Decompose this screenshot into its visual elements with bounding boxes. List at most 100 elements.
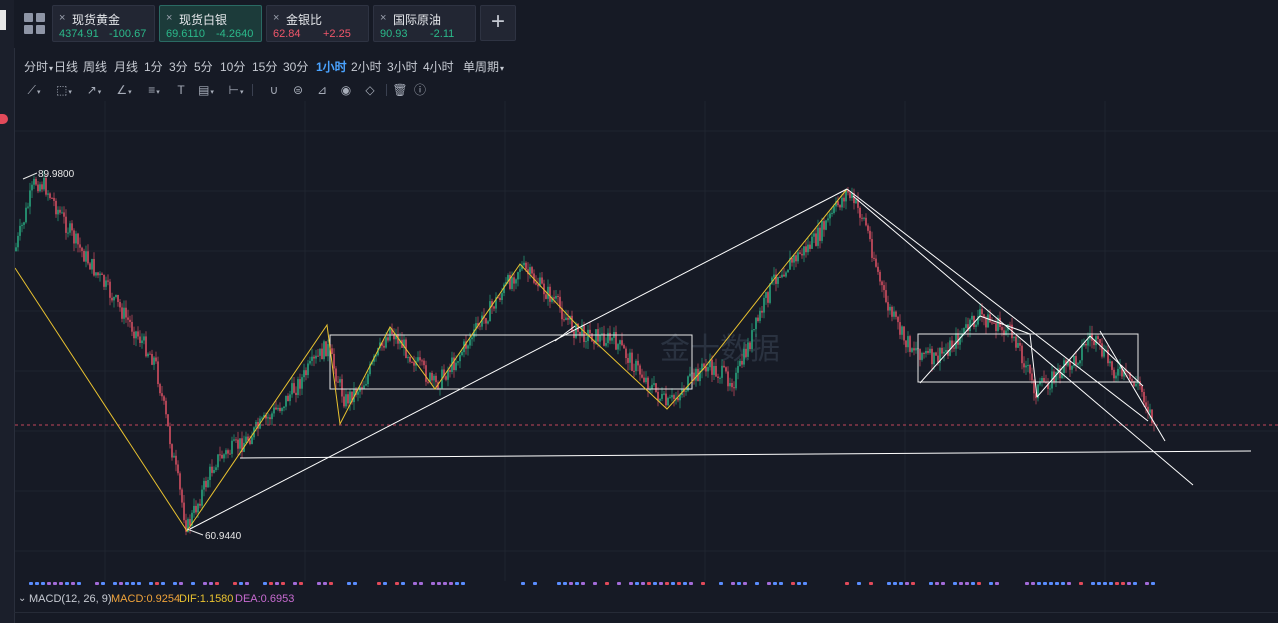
candle-body bbox=[435, 375, 437, 383]
candle-body bbox=[985, 317, 987, 328]
signal-marker bbox=[215, 582, 219, 585]
period-8[interactable]: 15分 bbox=[252, 58, 277, 75]
sync-icon[interactable]: ⊜ bbox=[288, 82, 308, 98]
candle-body bbox=[731, 383, 733, 388]
candle-body bbox=[725, 367, 727, 372]
symbol-tab[interactable]: × 现货黄金 4374.91 -100.67 bbox=[52, 5, 155, 42]
grid-menu-icon[interactable] bbox=[24, 13, 46, 35]
angle-tool-icon[interactable]: ∠▾ bbox=[114, 82, 134, 98]
symbol-tab[interactable]: × 国际原油 90.93 -2.11 bbox=[373, 5, 476, 42]
candle-body bbox=[749, 342, 751, 350]
symbol-tab[interactable]: × 金银比 62.84 +2.25 bbox=[266, 5, 369, 42]
candle-body bbox=[461, 352, 463, 356]
eraser-icon[interactable]: ◇ bbox=[360, 82, 380, 98]
candle-body bbox=[649, 389, 651, 391]
price-chart[interactable]: 金十数据 89.9800 60.9440 bbox=[15, 101, 1278, 591]
macd-name[interactable]: MACD(12, 26, 9) bbox=[29, 593, 112, 605]
candle-body bbox=[975, 324, 977, 327]
candle-body bbox=[841, 197, 843, 208]
period-9[interactable]: 30分 bbox=[283, 58, 308, 75]
signal-marker bbox=[965, 582, 969, 585]
candle-body bbox=[831, 212, 833, 214]
candle-body bbox=[29, 190, 31, 207]
measure-tool-icon[interactable]: ⊢▾ bbox=[226, 82, 246, 98]
close-icon[interactable]: × bbox=[380, 12, 386, 24]
symbol-tab[interactable]: × 现货白银 69.6110 -4.2640 bbox=[159, 5, 262, 42]
candle-body bbox=[189, 519, 191, 526]
candle-body bbox=[1149, 409, 1151, 413]
period-11[interactable]: 2小时 bbox=[351, 58, 382, 75]
candle-body bbox=[1111, 361, 1113, 370]
symbol-price: 62.84 bbox=[273, 28, 301, 40]
candle-body bbox=[607, 332, 609, 344]
candle-body bbox=[1109, 361, 1111, 364]
candle-body bbox=[849, 192, 851, 199]
period-5[interactable]: 3分 bbox=[169, 58, 188, 75]
candle-body bbox=[1013, 336, 1015, 339]
candle-body bbox=[269, 417, 271, 420]
period-4[interactable]: 1分 bbox=[144, 58, 163, 75]
trend-line bbox=[846, 188, 1149, 422]
ruler-icon[interactable]: ⊿ bbox=[312, 82, 332, 98]
text-tool-icon[interactable]: T bbox=[171, 82, 191, 98]
signal-marker bbox=[569, 582, 573, 585]
rectangle-tool-icon[interactable]: ⬚▾ bbox=[54, 82, 74, 98]
notification-badge[interactable] bbox=[0, 114, 8, 124]
period-2[interactable]: 周线 bbox=[83, 58, 107, 75]
period-1[interactable]: 日线 bbox=[54, 58, 78, 75]
candle-body bbox=[735, 372, 737, 389]
period-0[interactable]: 分时▾ bbox=[24, 58, 53, 75]
signal-marker bbox=[941, 582, 945, 585]
line-tool-icon[interactable]: ⟋▾ bbox=[24, 82, 44, 98]
signal-markers bbox=[29, 582, 1155, 585]
candle-body bbox=[595, 329, 597, 344]
period-12[interactable]: 3小时 bbox=[387, 58, 418, 75]
signal-marker bbox=[959, 582, 963, 585]
candle-body bbox=[95, 272, 97, 276]
candle-body bbox=[69, 223, 71, 233]
candle-body bbox=[201, 489, 203, 506]
candle-body bbox=[663, 393, 665, 395]
period-label: 1小时 bbox=[316, 60, 347, 74]
candle-body bbox=[275, 407, 277, 410]
collapse-chevron-icon[interactable]: ⌄ bbox=[18, 593, 26, 604]
candle-body bbox=[703, 363, 705, 367]
info-icon[interactable]: ⓘ bbox=[410, 82, 430, 98]
candle-body bbox=[1079, 360, 1081, 364]
candle-body bbox=[805, 246, 807, 253]
candle-body bbox=[787, 269, 789, 273]
period-14[interactable]: 单周期▾ bbox=[463, 58, 504, 75]
candle-body bbox=[279, 407, 281, 411]
candle-body bbox=[249, 440, 251, 444]
period-3[interactable]: 月线 bbox=[114, 58, 138, 75]
signal-marker bbox=[431, 582, 435, 585]
candle-body bbox=[869, 230, 871, 240]
candle-body bbox=[171, 444, 173, 458]
signal-marker bbox=[1043, 582, 1047, 585]
candle-body bbox=[315, 355, 317, 359]
eye-icon[interactable]: ◉ bbox=[336, 82, 356, 98]
candle-body bbox=[949, 340, 951, 356]
signal-marker bbox=[443, 582, 447, 585]
candle-body bbox=[1131, 379, 1133, 382]
arrow-tool-icon[interactable]: ↗▾ bbox=[84, 82, 104, 98]
candle-body bbox=[813, 233, 815, 237]
magnet-icon[interactable]: ∪ bbox=[264, 82, 284, 98]
close-icon[interactable]: × bbox=[273, 12, 279, 24]
period-6[interactable]: 5分 bbox=[194, 58, 213, 75]
period-13[interactable]: 4小时 bbox=[423, 58, 454, 75]
period-7[interactable]: 10分 bbox=[220, 58, 245, 75]
candle-body bbox=[179, 473, 181, 490]
trash-icon[interactable]: 🗑 bbox=[390, 82, 410, 98]
fib-tool-icon[interactable]: ≡▾ bbox=[144, 82, 164, 98]
candle-body bbox=[317, 355, 319, 357]
close-icon[interactable]: × bbox=[166, 12, 172, 24]
candle-body bbox=[239, 438, 241, 449]
stamp-tool-icon[interactable]: ▤▾ bbox=[196, 82, 216, 98]
close-icon[interactable]: × bbox=[59, 12, 65, 24]
candle-body bbox=[499, 297, 501, 300]
signal-marker bbox=[329, 582, 333, 585]
add-tab-button[interactable]: + bbox=[480, 5, 516, 41]
period-10[interactable]: 1小时 bbox=[316, 58, 347, 75]
signal-marker bbox=[395, 582, 399, 585]
